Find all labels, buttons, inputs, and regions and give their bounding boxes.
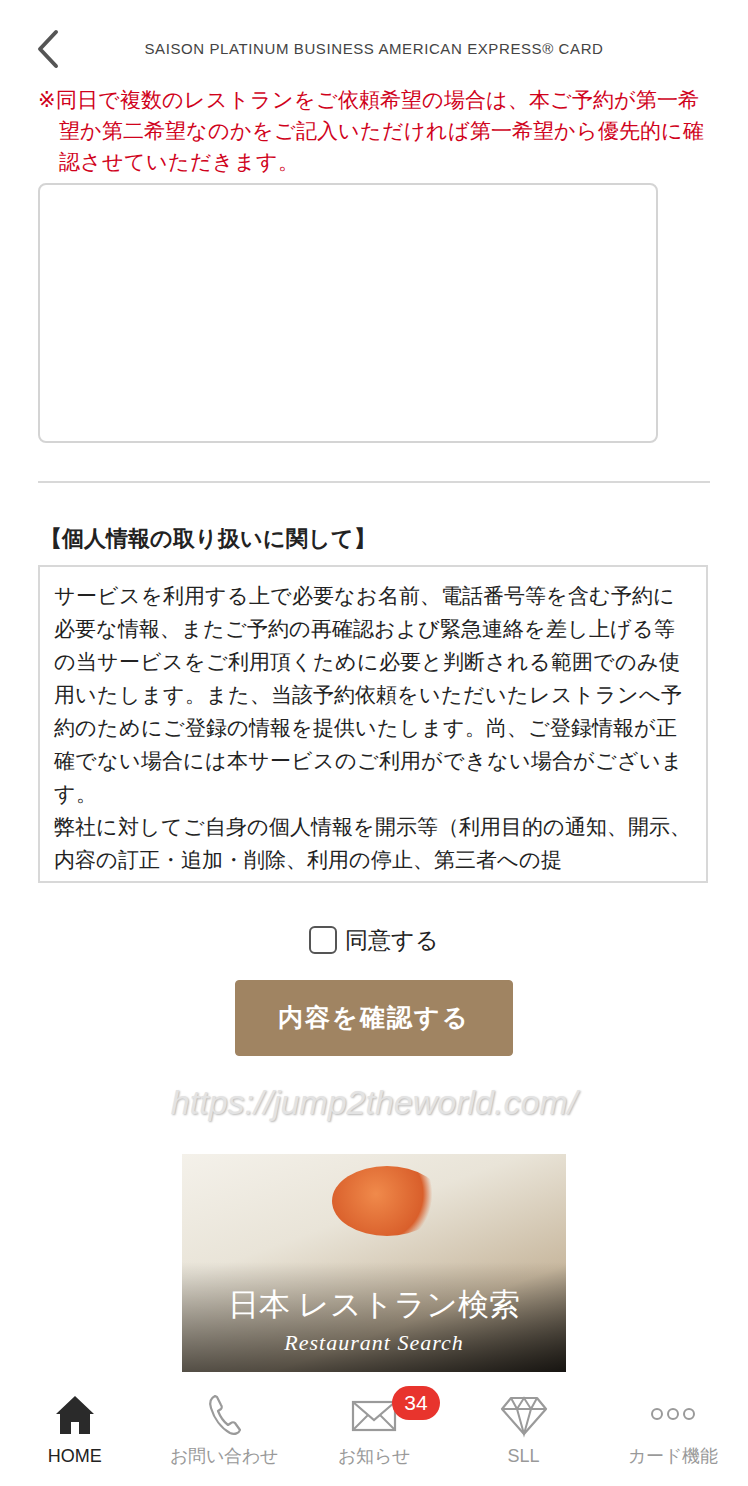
restaurant-search-banner[interactable]: 日本 レストラン検索 Restaurant Search: [182, 1154, 566, 1372]
tab-bar-item[interactable]: カード機能: [598, 1384, 748, 1486]
more-icon: [648, 1390, 698, 1438]
tab-label: カード機能: [628, 1444, 718, 1468]
banner-subtitle: Restaurant Search: [182, 1326, 566, 1359]
privacy-paragraph: 弊社に対してご自身の個人情報を開示等（利用目的の通知、開示、内容の訂正・追加・削…: [54, 810, 692, 876]
food-photo: [332, 1166, 442, 1236]
home-icon: [50, 1390, 100, 1438]
tab-label: お知らせ: [338, 1444, 410, 1468]
unread-badge: 34: [392, 1386, 440, 1420]
divider: [38, 481, 710, 483]
back-icon[interactable]: [34, 28, 64, 70]
watermark: https://jump2theworld.com/: [38, 1082, 710, 1122]
request-textarea[interactable]: [38, 183, 658, 443]
tab-label: SLL: [508, 1444, 540, 1468]
confirm-button[interactable]: 内容を確認する: [235, 980, 513, 1056]
tab-bar-item[interactable]: お問い合わせ: [150, 1384, 300, 1486]
privacy-paragraph: サービスを利用する上で必要なお名前、電話番号等を含む予約に必要な情報、またご予約…: [54, 579, 692, 810]
tab-bar: HOME お問い合わせ お知らせ 34 SLL カード機能: [0, 1384, 748, 1486]
mail-icon: [349, 1390, 399, 1438]
consent-checkbox[interactable]: [309, 926, 337, 954]
privacy-box[interactable]: サービスを利用する上で必要なお名前、電話番号等を含む予約に必要な情報、またご予約…: [38, 565, 708, 883]
diamond-icon: [499, 1390, 549, 1438]
app-header: SAISON PLATINUM BUSINESS AMERICAN EXPRES…: [0, 0, 748, 84]
tab-label: お問い合わせ: [170, 1444, 278, 1468]
tab-bar-item[interactable]: HOME: [0, 1384, 150, 1486]
consent-row[interactable]: 同意する: [38, 923, 710, 958]
consent-label[interactable]: 同意する: [345, 923, 439, 958]
card-title: SAISON PLATINUM BUSINESS AMERICAN EXPRES…: [0, 38, 748, 61]
tab-bar-item[interactable]: お知らせ 34: [299, 1384, 449, 1486]
banner-title: 日本 レストラン検索: [182, 1286, 566, 1324]
tab-label: HOME: [48, 1444, 102, 1468]
request-note: ※同日で複数のレストランをご依頼希望の場合は、本ご予約が第一希望か第二希望なのか…: [38, 84, 710, 177]
tab-bar-item[interactable]: SLL: [449, 1384, 599, 1486]
privacy-heading: 【個人情報の取り扱いに関して】: [40, 523, 710, 555]
phone-icon: [199, 1390, 249, 1438]
